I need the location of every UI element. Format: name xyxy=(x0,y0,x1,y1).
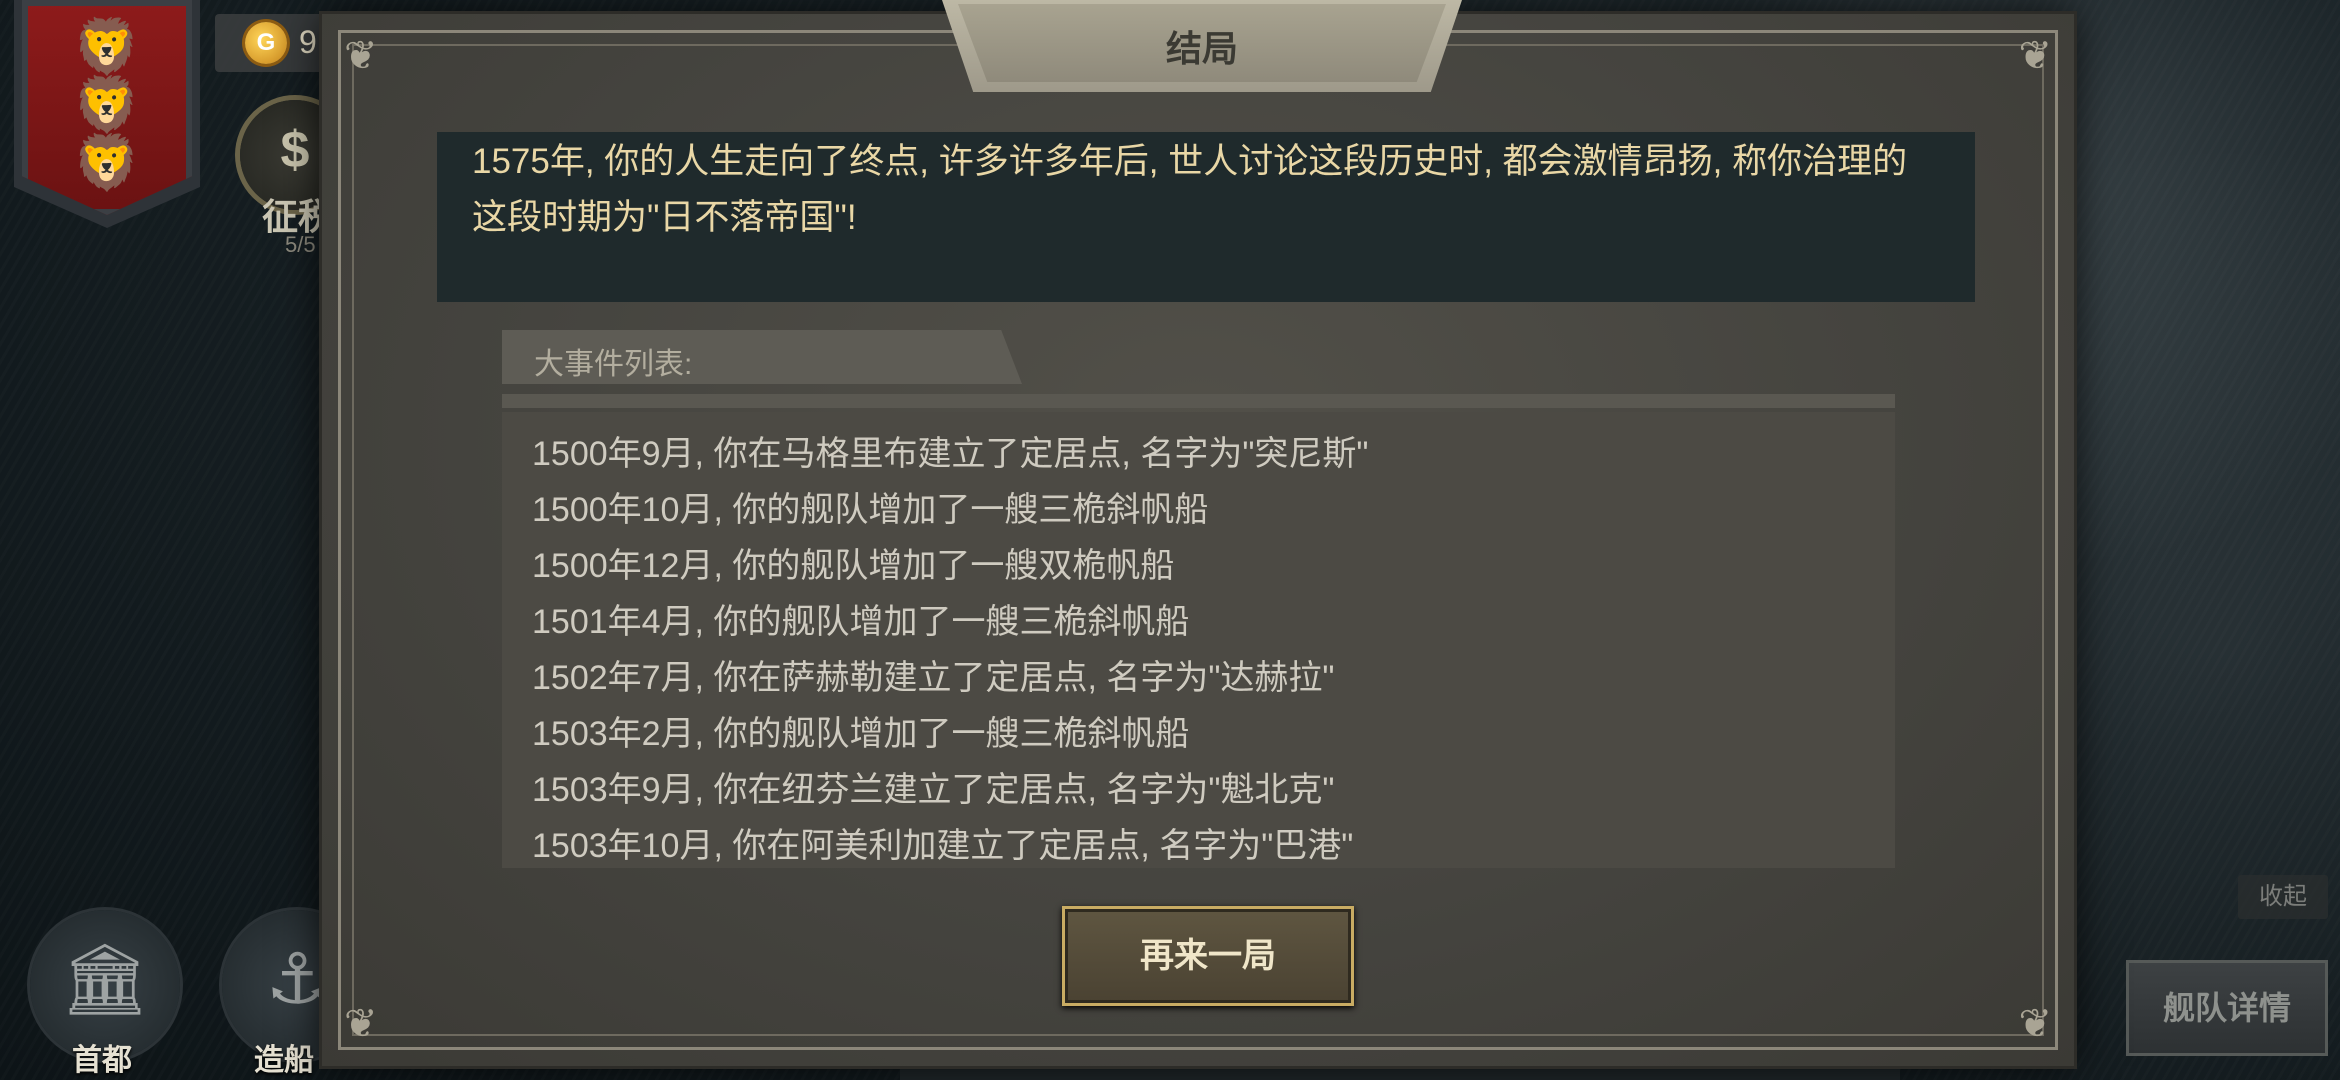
ending-dialog: ❦ ❦ ❦ ❦ 结局 1575年, 你的人生走向了终点, 许多许多年后, 世人讨… xyxy=(322,0,2074,1066)
faction-banner[interactable]: 🦁 🦁 🦁 xyxy=(22,0,192,215)
event-item: 1503年9月, 你在纽芬兰建立了定居点, 名字为"魁北克" xyxy=(532,771,1335,809)
collapse-button[interactable]: 收起 xyxy=(2238,875,2328,919)
corner-ornament-icon: ❦ xyxy=(344,33,378,79)
events-list[interactable]: 1500年9月, 你在马格里布建立了定居点, 名字为"突尼斯" 1500年10月… xyxy=(502,412,1895,868)
gold-amount: 9 xyxy=(299,24,317,60)
dialog-title: 结局 xyxy=(1165,28,1238,69)
nav-capital-label: 首都 xyxy=(72,1044,132,1077)
ending-summary-text: 1575年, 你的人生走向了终点, 许多许多年后, 世人讨论这段历史时, 都会激… xyxy=(472,142,1908,237)
events-header-label: 大事件列表: xyxy=(534,348,693,381)
capitol-building-icon: 🏛 xyxy=(60,938,150,1020)
lion-icon: 🦁 xyxy=(73,15,141,78)
events-list-topbar xyxy=(502,394,1895,408)
gold-coin-icon: G xyxy=(245,22,287,64)
play-again-button[interactable]: 再来一局 xyxy=(1062,906,1354,1006)
event-item: 1503年10月, 你在阿美利加建立了定居点, 名字为"巴港" xyxy=(532,827,1354,865)
tax-count: 5/5 xyxy=(285,232,316,257)
nav-shipyard-label: 造船 xyxy=(254,1044,314,1077)
event-item: 1500年12月, 你的舰队增加了一艘双桅帆船 xyxy=(532,547,1175,585)
event-item: 1502年7月, 你在萨赫勒建立了定居点, 名字为"达赫拉" xyxy=(532,659,1335,697)
corner-ornament-icon: ❦ xyxy=(344,1001,378,1047)
event-item: 1500年10月, 你的舰队增加了一艘三桅斜帆船 xyxy=(532,491,1209,529)
event-item: 1503年2月, 你的舰队增加了一艘三桅斜帆船 xyxy=(532,715,1190,753)
lion-icon: 🦁 xyxy=(73,73,141,136)
event-item: 1500年9月, 你在马格里布建立了定居点, 名字为"突尼斯" xyxy=(532,435,1369,473)
corner-ornament-icon: ❦ xyxy=(2018,33,2052,79)
dollar-icon: $ xyxy=(280,121,310,179)
lion-icon: 🦁 xyxy=(73,131,141,194)
corner-ornament-icon: ❦ xyxy=(2018,1001,2052,1047)
event-item: 1501年4月, 你的舰队增加了一艘三桅斜帆船 xyxy=(532,603,1190,641)
fleet-details-button[interactable]: 舰队详情 xyxy=(2126,960,2328,1056)
